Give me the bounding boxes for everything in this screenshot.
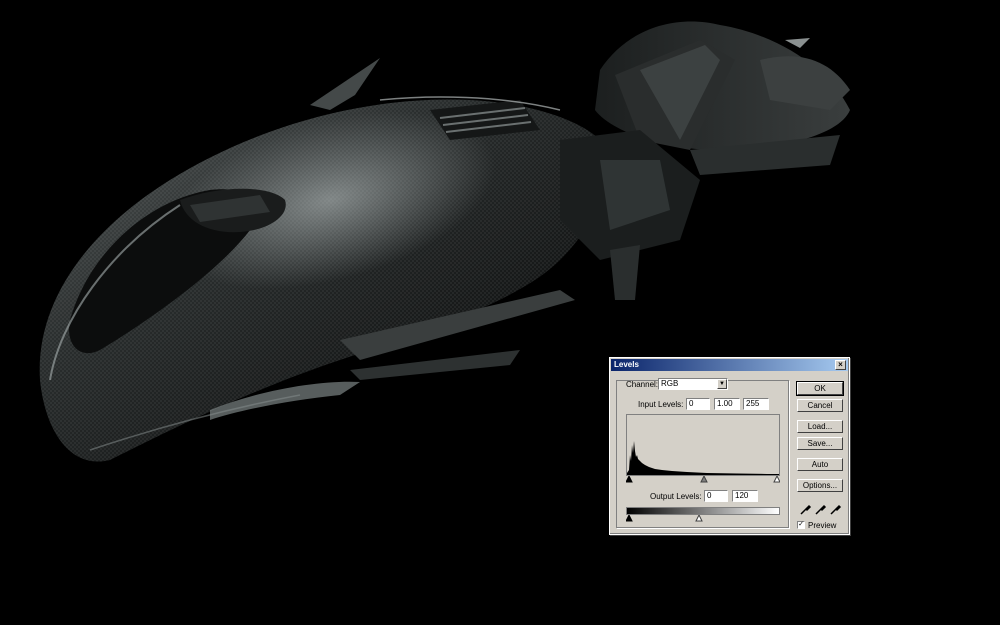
options-button[interactable]: Options...	[797, 479, 843, 492]
eyedropper-white-icon[interactable]	[830, 503, 842, 515]
render-canvas	[0, 0, 1000, 625]
output-white-field[interactable]: 120	[732, 490, 758, 502]
dialog-titlebar[interactable]: Levels ×	[611, 359, 848, 371]
hoverbike-render	[39, 21, 850, 462]
close-icon: ×	[838, 360, 843, 369]
input-gamma-handle	[700, 474, 708, 483]
ok-button[interactable]: OK	[796, 381, 844, 396]
output-gradient-bar	[626, 507, 780, 515]
input-levels-slider[interactable]	[625, 474, 781, 483]
input-black-field[interactable]: 0	[686, 398, 710, 410]
histogram-graph	[627, 441, 779, 475]
output-levels-label: Output Levels:	[650, 492, 702, 501]
output-levels-slider[interactable]	[625, 513, 780, 522]
input-levels-label: Input Levels:	[638, 400, 684, 409]
auto-button[interactable]: Auto	[797, 458, 843, 471]
dialog-title: Levels	[614, 360, 639, 369]
preview-label: Preview	[808, 521, 837, 530]
eyedropper-black-icon[interactable]	[800, 503, 812, 515]
save-button[interactable]: Save...	[797, 437, 843, 450]
channel-select[interactable]: RGB ▼	[658, 378, 728, 390]
input-white-handle	[773, 474, 781, 483]
input-white-field[interactable]: 255	[743, 398, 769, 410]
load-button[interactable]: Load...	[797, 420, 843, 433]
output-white-handle	[695, 513, 703, 522]
chevron-down-icon[interactable]: ▼	[717, 379, 727, 389]
preview-checkbox[interactable]: ✓	[797, 521, 805, 529]
eyedropper-gray-icon[interactable]	[815, 503, 827, 515]
output-black-field[interactable]: 0	[704, 490, 728, 502]
output-black-handle	[625, 513, 633, 522]
levels-dialog: Levels × Channel: RGB ▼ Input Levels: 0 …	[609, 357, 850, 535]
channel-label: Channel:	[626, 380, 659, 389]
input-gamma-field[interactable]: 1.00	[714, 398, 740, 410]
cancel-button[interactable]: Cancel	[797, 399, 843, 412]
input-black-handle	[625, 474, 633, 483]
close-button[interactable]: ×	[835, 360, 846, 370]
histogram	[626, 414, 780, 476]
